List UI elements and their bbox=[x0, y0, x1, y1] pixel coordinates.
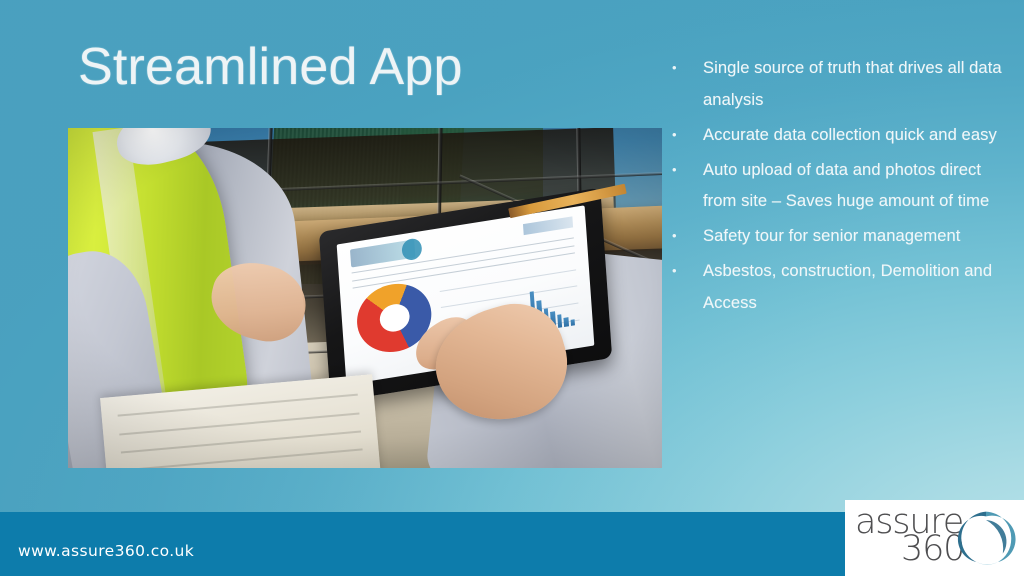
bullet-text: Asbestos, construction, Demolition and A… bbox=[703, 261, 993, 313]
bullet-text: Auto upload of data and photos direct fr… bbox=[703, 159, 990, 211]
footer-website-url[interactable]: www.assure360.co.uk bbox=[18, 542, 194, 560]
photo-scene bbox=[68, 128, 662, 468]
bullet-marker-icon: • bbox=[672, 126, 677, 142]
bullet-list: • Single source of truth that drives all … bbox=[672, 52, 1002, 322]
bullet-item: • Safety tour for senior management bbox=[672, 220, 1002, 252]
bullet-text: Safety tour for senior management bbox=[703, 226, 961, 246]
bullet-item: • Asbestos, construction, Demolition and … bbox=[672, 255, 1002, 319]
slide-canvas: Streamlined App • Single source of truth… bbox=[0, 0, 1024, 576]
page-title: Streamlined App bbox=[78, 38, 463, 96]
bullet-marker-icon: • bbox=[672, 60, 677, 75]
bullet-marker-icon: • bbox=[672, 228, 677, 244]
photo-vignette bbox=[68, 128, 662, 468]
brand-logo: assure 360 bbox=[845, 500, 1024, 576]
assure360-swirl-icon bbox=[957, 511, 1016, 565]
bullet-marker-icon: • bbox=[672, 161, 677, 177]
bullet-text: Accurate data collection quick and easy bbox=[703, 124, 997, 144]
bullet-item: • Accurate data collection quick and easy bbox=[672, 119, 1002, 151]
bullet-item: • Auto upload of data and photos direct f… bbox=[672, 154, 1002, 218]
logo-number: 360 bbox=[901, 529, 965, 569]
bullet-text: Single source of truth that drives all d… bbox=[703, 58, 1002, 109]
slide-photo bbox=[68, 128, 662, 468]
bullet-item: • Single source of truth that drives all … bbox=[672, 52, 1002, 116]
bullet-marker-icon: • bbox=[672, 263, 677, 279]
